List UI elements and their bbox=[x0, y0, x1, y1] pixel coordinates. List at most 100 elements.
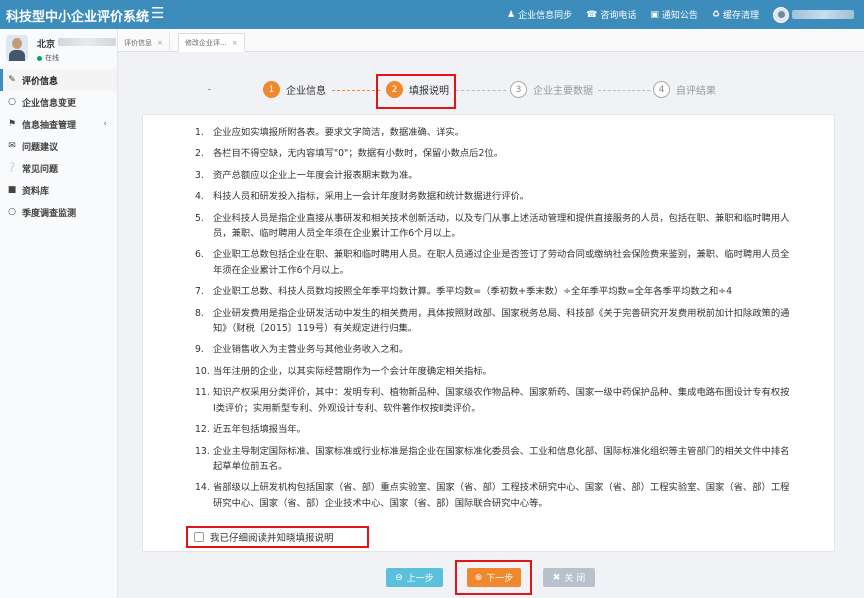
instruction-item: 10. 当年注册的企业，以其实际经营期作为一个会计年度确定相关指标。 bbox=[195, 364, 791, 379]
instruction-number: 1. bbox=[195, 127, 204, 138]
instruction-text: 科技人员和研发投入指标，采用上一会计年度财务数据和统计数据进行评价。 bbox=[213, 191, 530, 203]
tab-bar: 评价信息 × 修改企业评... × bbox=[118, 29, 864, 52]
sidebar-item-suggestions[interactable]: ✉ 问题建议 bbox=[0, 135, 117, 157]
instruction-number: 9. bbox=[195, 344, 204, 356]
instruction-number: 5. bbox=[195, 212, 204, 224]
instruction-text: 各栏目不得空缺，无内容填写"0"；数据有小数时，保留小数点后2位。 bbox=[213, 148, 503, 160]
instruction-text: 企业科技人员是指企业直接从事研发和相关技术创新活动，以及专门从事上述活动管理和提… bbox=[213, 212, 790, 240]
step-connector bbox=[598, 90, 650, 91]
sidebar-item-label: 资料库 bbox=[22, 186, 50, 197]
agree-label: 我已仔细阅读并知晓填报说明 bbox=[210, 533, 334, 544]
arrow-left-circle-icon: ⊖ bbox=[395, 572, 403, 583]
recycle-icon: ♻ bbox=[711, 9, 720, 20]
sidebar-item-faq[interactable]: ❔ 常见问题 bbox=[0, 157, 117, 179]
step-tick bbox=[208, 89, 211, 90]
tab-label: 评价信息 bbox=[124, 38, 152, 47]
user-avatar bbox=[6, 35, 28, 61]
instruction-number: 6. bbox=[195, 249, 204, 261]
step-label: 自评结果 bbox=[676, 86, 716, 97]
chevron-left-icon: ‹ bbox=[103, 119, 107, 129]
close-icon: ✖ bbox=[552, 572, 561, 583]
step-main-data[interactable]: 3 企业主要数据 bbox=[510, 81, 593, 98]
button-label: 上一步 bbox=[406, 574, 434, 584]
nav-notice[interactable]: ▣ 通知公告 bbox=[650, 8, 698, 22]
menu-toggle-icon[interactable]: ☰ bbox=[151, 4, 164, 22]
instruction-item: 9. 企业销售收入为主营业务与其他业务收入之和。 bbox=[195, 342, 791, 357]
sidebar-item-evaluation-info[interactable]: ✎ 评价信息 bbox=[0, 69, 117, 91]
tab-evaluation-info[interactable]: 评价信息 × bbox=[118, 33, 170, 52]
instruction-number: 2. bbox=[195, 148, 204, 160]
instruction-text: 企业职工总数、科技人员数均按照全年季平均数计算。季平均数=（季初数+季末数）÷全… bbox=[213, 286, 733, 298]
close-icon[interactable]: × bbox=[232, 39, 238, 47]
app-title: 科技型中小企业评价系统 bbox=[6, 10, 150, 25]
instruction-item: 7. 企业职工总数、科技人员数均按照全年季平均数计算。季平均数=（季初数+季末数）… bbox=[195, 284, 791, 299]
instruction-number: 8. bbox=[195, 307, 204, 319]
online-dot-icon bbox=[37, 55, 42, 61]
step-number: 1 bbox=[263, 81, 280, 98]
instruction-item: 6. 企业职工总数包括企业在职、兼职和临时聘用人员。在职人员通过企业是否签订了劳动… bbox=[195, 247, 791, 278]
sidebar-item-quarterly-survey[interactable]: ○ 季度调查监测 bbox=[0, 201, 117, 223]
close-icon[interactable]: × bbox=[157, 39, 163, 47]
instruction-number: 11. bbox=[195, 387, 210, 399]
instruction-item: 1. 企业应如实填报所附各表。要求文字简洁，数据准确、详实。 bbox=[195, 125, 791, 140]
instruction-item: 8. 企业研发费用是指企业研发活动中发生的相关费用，具体按照财政部、国家税务总局、… bbox=[195, 306, 791, 337]
sidebar-item-label: 信息抽查管理 bbox=[22, 120, 77, 131]
instructions-list: 1. 企业应如实填报所附各表。要求文字简洁，数据准确、详实。 2. 各栏目不得空缺，无… bbox=[195, 125, 791, 517]
edit-icon: ✎ bbox=[8, 75, 16, 85]
instruction-text: 企业应如实填报所附各表。要求文字简洁，数据准确、详实。 bbox=[213, 127, 465, 138]
circle-icon: ○ bbox=[8, 207, 16, 217]
tab-edit-company-evaluation[interactable]: 修改企业评... × bbox=[178, 33, 245, 52]
instruction-text: 知识产权采用分类评价，其中：发明专利、植物新品种、国家级农作物品种、国家新药、国… bbox=[213, 387, 790, 414]
avatar bbox=[773, 6, 789, 23]
instruction-text: 当年注册的企业，以其实际经营期作为一个会计年度确定相关指标。 bbox=[213, 365, 492, 377]
user-status: 在线 bbox=[37, 53, 59, 63]
tab-label: 修改企业评... bbox=[185, 38, 227, 47]
question-icon: ❔ bbox=[6, 163, 18, 173]
instruction-text: 企业销售收入为主营业务与其他业务收入之和。 bbox=[213, 344, 409, 356]
instruction-item: 11. 知识产权采用分类评价，其中：发明专利、植物新品种、国家级农作物品种、国家新… bbox=[195, 385, 791, 416]
nav-consult-phone[interactable]: ☎ 咨询电话 bbox=[586, 8, 636, 22]
sidebar-item-library[interactable]: ■ 资料库 bbox=[0, 179, 117, 201]
top-nav: ♟ 企业信息同步 ☎ 咨询电话 ▣ 通知公告 ♻ 缓存清理 bbox=[507, 0, 854, 29]
close-button[interactable]: ✖ 关 闭 bbox=[543, 568, 595, 587]
nav-clear-cache[interactable]: ♻ 缓存清理 bbox=[711, 8, 759, 22]
instruction-number: 4. bbox=[195, 191, 204, 203]
nav-label: 企业信息同步 bbox=[518, 11, 573, 21]
sidebar-item-label: 季度调查监测 bbox=[22, 208, 77, 219]
circle-icon: ○ bbox=[8, 97, 16, 107]
instruction-number: 7. bbox=[195, 286, 204, 298]
step-self-evaluation[interactable]: 4 自评结果 bbox=[653, 81, 716, 98]
instruction-item: 4. 科技人员和研发投入指标，采用上一会计年度财务数据和统计数据进行评价。 bbox=[195, 189, 791, 204]
sidebar: 北京 在线 ✎ 评价信息 ○ 企业信息变更 ⚑ 信息抽查管理 ‹ ✉ 问题建议 … bbox=[0, 29, 118, 598]
action-buttons: ⊖ 上一步 ⊗ 下一步 ✖ 关 闭 bbox=[118, 560, 864, 595]
user-name-blurred bbox=[58, 38, 116, 46]
instruction-item: 2. 各栏目不得空缺，无内容填写"0"；数据有小数时，保留小数点后2位。 bbox=[195, 146, 791, 161]
instruction-text: 企业职工总数包括企业在职、兼职和临时聘用人员。在职人员通过企业是否签订了劳动合同… bbox=[213, 249, 790, 276]
instruction-item: 12. 近五年包括填报当年。 bbox=[195, 422, 791, 437]
instruction-number: 12. bbox=[195, 424, 210, 436]
nav-sync-company-info[interactable]: ♟ 企业信息同步 bbox=[507, 8, 573, 22]
step-company-info[interactable]: 1 企业信息 bbox=[263, 81, 326, 98]
tag-icon: ⚑ bbox=[7, 119, 17, 129]
user-menu[interactable] bbox=[773, 6, 854, 23]
step-number: 3 bbox=[510, 81, 527, 98]
step-progress: 1 企业信息 2 填报说明 3 企业主要数据 4 自评结果 bbox=[118, 74, 864, 109]
step-label: 企业主要数据 bbox=[533, 86, 593, 97]
agree-checkbox[interactable] bbox=[194, 532, 204, 542]
status-text: 在线 bbox=[45, 54, 59, 62]
instruction-item: 5. 企业科技人员是指企业直接从事研发和相关技术创新活动，以及专门从事上述活动管理… bbox=[195, 211, 791, 242]
instruction-text: 资产总额应以企业上一年度会计报表期末数为准。 bbox=[213, 169, 418, 181]
sidebar-item-company-change[interactable]: ○ 企业信息变更 bbox=[0, 91, 117, 113]
main-content: 1 企业信息 2 填报说明 3 企业主要数据 4 自评结果 1. 企业应如实填报所… bbox=[118, 52, 864, 598]
instruction-text: 省部级以上研发机构包括国家（省、部）重点实验室、国家（省、部）工程技术研究中心、… bbox=[213, 482, 790, 509]
notice-icon: ▣ bbox=[650, 9, 659, 20]
instruction-number: 13. bbox=[195, 445, 210, 457]
user-panel: 北京 在线 bbox=[0, 29, 117, 69]
agree-checkbox-row[interactable]: 我已仔细阅读并知晓填报说明 bbox=[186, 526, 369, 548]
step-number: 4 bbox=[653, 81, 670, 98]
instruction-item: 3. 资产总额应以企业上一年度会计报表期末数为准。 bbox=[195, 168, 791, 183]
sidebar-item-spot-check[interactable]: ⚑ 信息抽查管理 ‹ bbox=[0, 113, 117, 135]
step-connector bbox=[456, 90, 506, 91]
step-label: 企业信息 bbox=[286, 86, 326, 97]
prev-step-button[interactable]: ⊖ 上一步 bbox=[386, 568, 443, 587]
